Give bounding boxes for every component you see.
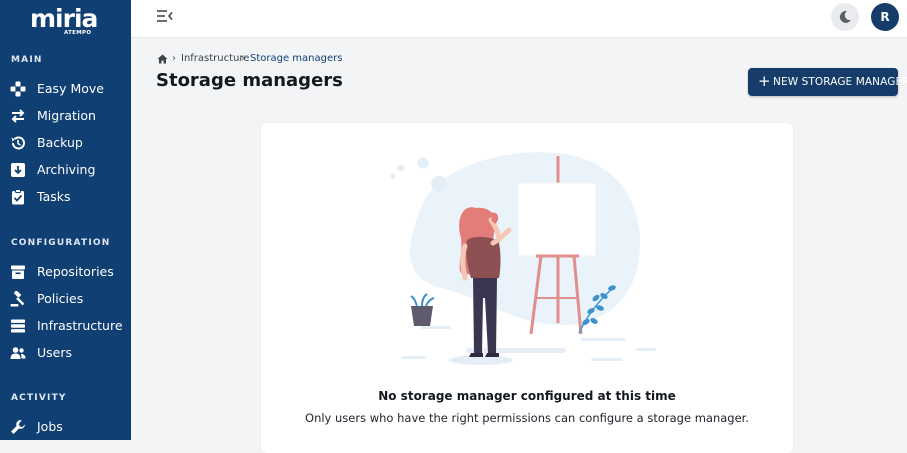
section-title-configuration: CONFIGURATION: [11, 238, 111, 248]
sidebar-item-migration[interactable]: Migration: [0, 104, 131, 128]
sidebar-item-users[interactable]: Users: [0, 341, 131, 365]
history-icon: [11, 136, 25, 150]
repository-icon: [11, 265, 25, 279]
sidebar: miria ATEMPO MAIN Easy Move Migration Ba…: [0, 0, 131, 440]
wrench-icon: [11, 420, 25, 434]
gavel-icon: [10, 291, 25, 307]
sidebar-item-backup[interactable]: Backup: [0, 131, 131, 155]
sidebar-item-label: Tasks: [37, 189, 71, 204]
sidebar-item-label: Policies: [37, 291, 84, 306]
breadcrumb-item-storage-managers: Storage managers: [250, 53, 343, 64]
users-icon: [10, 347, 26, 359]
empty-state-illustration: [390, 152, 656, 365]
sidebar-item-label: Backup: [37, 135, 83, 150]
top-bar: R: [131, 0, 907, 38]
sidebar-item-label: Migration: [37, 108, 96, 123]
sidebar-item-label: Repositories: [37, 264, 114, 279]
chevron-right-icon: ›: [241, 53, 245, 64]
sidebar-item-easy-move[interactable]: Easy Move: [0, 77, 131, 101]
chevron-right-icon: ›: [172, 53, 176, 64]
gamepad-icon: [10, 81, 26, 97]
empty-state-description: Only users who have the right permission…: [305, 411, 749, 425]
sidebar-item-label: Easy Move: [37, 81, 104, 96]
sidebar-item-repositories[interactable]: Repositories: [0, 260, 131, 284]
logo-subtext: ATEMPO: [64, 30, 92, 36]
sidebar-item-label: Jobs: [37, 419, 63, 434]
server-stack-icon: [11, 319, 25, 333]
section-title-activity: ACTIVITY: [11, 393, 67, 403]
theme-toggle-button[interactable]: [831, 3, 859, 31]
sidebar-item-jobs[interactable]: Jobs: [0, 415, 131, 439]
sidebar-item-tasks[interactable]: Tasks: [0, 185, 131, 209]
breadcrumb-item-infrastructure[interactable]: Infrastructure: [181, 53, 249, 64]
empty-state-title: No storage manager configured at this ti…: [378, 389, 676, 403]
miria-logo[interactable]: miria ATEMPO: [30, 4, 98, 40]
arrows-swap-icon: [11, 109, 25, 123]
sidebar-item-label: Archiving: [37, 162, 96, 177]
archive-box-icon: [11, 163, 25, 177]
clipboard-check-icon: [12, 189, 24, 205]
sidebar-item-infrastructure[interactable]: Infrastructure: [0, 314, 131, 338]
moon-icon: [839, 10, 851, 23]
sidebar-item-archiving[interactable]: Archiving: [0, 158, 131, 182]
plus-icon: +: [758, 72, 771, 90]
home-icon[interactable]: [157, 54, 168, 64]
sidebar-item-label: Infrastructure: [37, 318, 123, 333]
empty-state-card: No storage manager configured at this ti…: [261, 123, 793, 453]
sidebar-item-label: Users: [37, 345, 73, 360]
user-avatar[interactable]: R: [871, 3, 899, 31]
menu-collapse-icon[interactable]: [156, 8, 174, 24]
new-storage-manager-button[interactable]: + NEW STORAGE MANAGER: [748, 68, 907, 96]
page-title: Storage managers: [156, 70, 343, 91]
new-storage-manager-label: NEW STORAGE MANAGER: [773, 76, 907, 88]
sidebar-item-policies[interactable]: Policies: [0, 287, 131, 311]
section-title-main: MAIN: [11, 55, 43, 65]
